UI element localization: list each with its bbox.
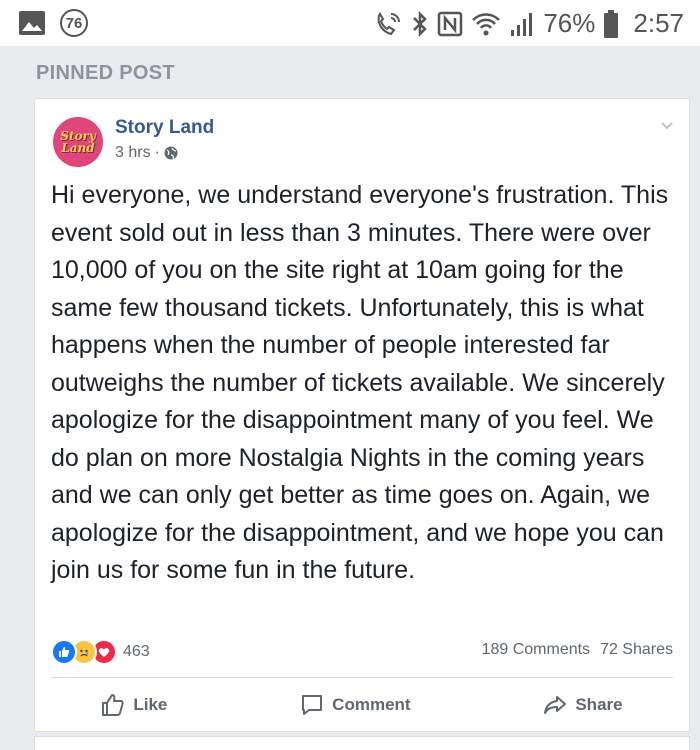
share-label: Share — [575, 695, 623, 714]
gallery-icon — [19, 11, 45, 35]
notification-count: 76 — [65, 14, 83, 32]
page-name-link[interactable]: Story Land — [115, 117, 214, 139]
bluetooth-icon — [413, 10, 428, 37]
shares-count-link[interactable]: 72 Shares — [600, 641, 673, 659]
like-button[interactable]: Like — [101, 693, 167, 717]
comment-button[interactable]: Comment — [300, 693, 411, 717]
share-icon — [544, 696, 567, 714]
post-time[interactable]: 3 hrs — [115, 144, 151, 162]
nfc-icon — [438, 11, 463, 36]
engagement-summary: 189 Comments 72 Shares — [482, 641, 673, 659]
share-button[interactable]: Share — [543, 693, 623, 717]
post-card: Story Land Story Land 3 hrs · Hi everyon… — [34, 98, 690, 732]
thumbs-up-icon — [102, 694, 125, 716]
globe-icon — [164, 146, 178, 160]
like-label: Like — [133, 695, 168, 714]
meta-separator: · — [154, 144, 160, 161]
clock: 2:57 — [633, 8, 684, 38]
post-body: Hi everyone, we understand everyone's fr… — [51, 181, 669, 584]
notification-count-badge: 76 — [60, 9, 88, 37]
next-card-edge — [34, 736, 690, 750]
post-meta: 3 hrs · — [115, 144, 178, 162]
battery-icon — [604, 9, 619, 38]
like-reaction-icon — [51, 639, 77, 665]
wifi-icon — [472, 12, 501, 35]
signal-icon — [511, 12, 533, 36]
avatar-text-bottom: Land — [61, 141, 95, 155]
wifi-call-icon — [377, 11, 401, 35]
comment-icon — [302, 695, 323, 715]
reactions-summary[interactable]: 463 — [51, 639, 150, 665]
divider — [51, 677, 673, 678]
battery-percent: 76% — [543, 8, 596, 38]
comments-count-link[interactable]: 189 Comments — [482, 641, 591, 659]
page-avatar[interactable]: Story Land — [53, 117, 103, 167]
status-bar: 76 76% 2:57 — [0, 0, 700, 46]
post-actions: Like Comment Share — [35, 685, 689, 725]
chevron-down-icon[interactable] — [659, 117, 675, 133]
pinned-post-label: PINNED POST — [36, 62, 175, 84]
comment-label: Comment — [332, 695, 411, 714]
reaction-count: 463 — [123, 643, 150, 660]
